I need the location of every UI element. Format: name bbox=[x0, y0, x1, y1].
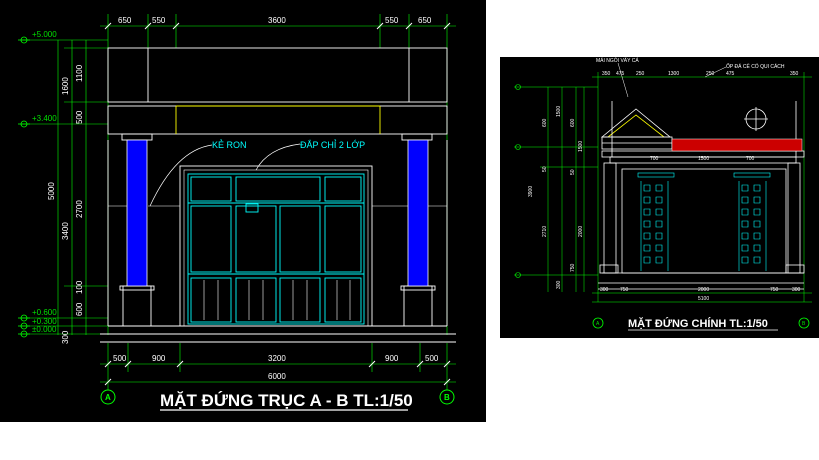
rt-inner-1: 600 bbox=[570, 118, 576, 127]
rt-top-3: 250 bbox=[636, 71, 645, 77]
level-3400: +3.400 bbox=[32, 114, 57, 123]
note-op-da: ỐP ĐÁ CỂ CỔ QUI CÁCH bbox=[726, 63, 785, 70]
note-mai-ngoi: MÁI NGÓI VẨY CÁ bbox=[596, 57, 639, 64]
bottom-dim-1: 500 bbox=[113, 354, 127, 363]
rt-axis-b: B bbox=[802, 321, 806, 327]
bottom-dim-4: 900 bbox=[385, 354, 399, 363]
annotations: KẺ RON ĐẮP CHỈ 2 LỚP bbox=[149, 139, 365, 207]
top-dim-4: 550 bbox=[385, 16, 399, 25]
facade bbox=[100, 47, 456, 343]
rt-left-1: 600 bbox=[542, 118, 548, 127]
right-top-dimensions: 350 475 250 1300 250 475 350 bbox=[602, 71, 799, 77]
bottom-dim-3: 3200 bbox=[268, 354, 286, 363]
column-right bbox=[407, 139, 429, 287]
right-level-markers bbox=[515, 84, 521, 278]
rt-mid-2: 1500 bbox=[698, 156, 709, 162]
bottom-dim-5: 500 bbox=[425, 354, 439, 363]
right-inner-dimensions: 600 1500 50 2000 750 bbox=[570, 118, 584, 272]
top-dim-5: 650 bbox=[418, 16, 432, 25]
top-dimensions: 650 550 3600 550 650 bbox=[118, 16, 432, 25]
lattice-panels bbox=[637, 172, 771, 271]
rt-bot-4: 750 bbox=[770, 287, 779, 293]
rt-left-6: 300 bbox=[556, 280, 562, 289]
main-door bbox=[179, 165, 373, 327]
rt-inner-5: 750 bbox=[570, 263, 576, 272]
parapet-wall bbox=[107, 47, 448, 103]
rt-bot-3: 2000 bbox=[698, 287, 709, 293]
gate-structure bbox=[598, 101, 805, 290]
main-elevation-svg: MÁI NGÓI VẨY CÁ ỐP ĐÁ CỂ CỔ QUI CÁCH 350… bbox=[514, 57, 812, 331]
rt-left-5: 2710 bbox=[542, 226, 548, 237]
column-base-right bbox=[403, 285, 433, 327]
rt-inner-4: 2000 bbox=[578, 226, 584, 237]
rt-top-6: 475 bbox=[726, 71, 735, 77]
left-dimensions: 1100 1600 500 5000 2700 3400 100 600 300 bbox=[47, 64, 84, 344]
level-0000: ±0.000 bbox=[32, 325, 57, 334]
rt-inner-3: 50 bbox=[570, 169, 576, 175]
rt-top-5: 250 bbox=[706, 71, 715, 77]
rt-mid-3: 700 bbox=[746, 156, 755, 162]
rt-bot-2: 750 bbox=[620, 287, 629, 293]
rt-left-2: 1500 bbox=[556, 106, 562, 117]
elevation-a-b-svg: 650 550 3600 550 650 1100 1600 500 5000 … bbox=[18, 14, 456, 411]
elevation-a-b-drawing: 650 550 3600 550 650 1100 1600 500 5000 … bbox=[0, 0, 486, 422]
drawing-title-left: MẶT ĐỨNG TRỤC A - B TL:1/50 bbox=[160, 391, 413, 410]
column-left bbox=[126, 139, 148, 287]
bottom-dim-2: 900 bbox=[152, 354, 166, 363]
top-dim-3: 3600 bbox=[268, 16, 286, 25]
left-dim-1600: 1600 bbox=[61, 77, 70, 95]
level-0600: +0.600 bbox=[32, 308, 57, 317]
annotation-ke-ron: KẺ RON bbox=[212, 139, 247, 150]
overall-width: 6000 bbox=[268, 372, 286, 381]
right-left-dimensions: 600 1500 50 3900 2710 300 bbox=[528, 106, 562, 289]
rt-top-7: 350 bbox=[790, 71, 799, 77]
left-dim-2700: 2700 bbox=[75, 200, 84, 218]
left-dim-500: 500 bbox=[75, 110, 84, 124]
left-dim-300: 300 bbox=[61, 330, 70, 344]
rt-top-4: 1300 bbox=[668, 71, 679, 77]
left-dim-5000: 5000 bbox=[47, 182, 56, 200]
rt-bot-5: 300 bbox=[792, 287, 801, 293]
rt-inner-2: 1500 bbox=[578, 141, 584, 152]
left-dim-100: 100 bbox=[75, 280, 84, 294]
column-base-left bbox=[122, 285, 152, 327]
rt-mid-1: 700 bbox=[650, 156, 659, 162]
beam-band bbox=[107, 105, 448, 135]
left-dim-1100: 1100 bbox=[75, 64, 84, 82]
annotation-dap-chi: ĐẮP CHỈ 2 LỚP bbox=[300, 139, 365, 150]
drawing-title-right: MẶT ĐỨNG CHÍNH TL:1/50 bbox=[628, 317, 768, 330]
main-elevation-drawing: MÁI NGÓI VẨY CÁ ỐP ĐÁ CỂ CỔ QUI CÁCH 350… bbox=[500, 57, 819, 338]
rt-overall: 5100 bbox=[698, 296, 709, 302]
rt-top-1: 350 bbox=[602, 71, 611, 77]
level-5000: +5.000 bbox=[32, 30, 57, 39]
rt-left-4: 3900 bbox=[528, 186, 534, 197]
rt-axis-a: A bbox=[596, 321, 600, 327]
top-dim-1: 650 bbox=[118, 16, 132, 25]
left-dim-600: 600 bbox=[75, 302, 84, 316]
tick-marks bbox=[104, 22, 451, 386]
roof-tile-band bbox=[671, 138, 803, 152]
top-dim-2: 550 bbox=[152, 16, 166, 25]
left-dim-3400: 3400 bbox=[61, 222, 70, 240]
axis-b-label: B bbox=[444, 393, 450, 402]
rt-left-3: 50 bbox=[542, 166, 548, 172]
axis-a-label: A bbox=[105, 393, 111, 402]
rt-bot-1: 300 bbox=[600, 287, 609, 293]
bottom-dimensions: 500 900 3200 900 500 6000 bbox=[113, 354, 439, 381]
rt-top-2: 475 bbox=[616, 71, 625, 77]
